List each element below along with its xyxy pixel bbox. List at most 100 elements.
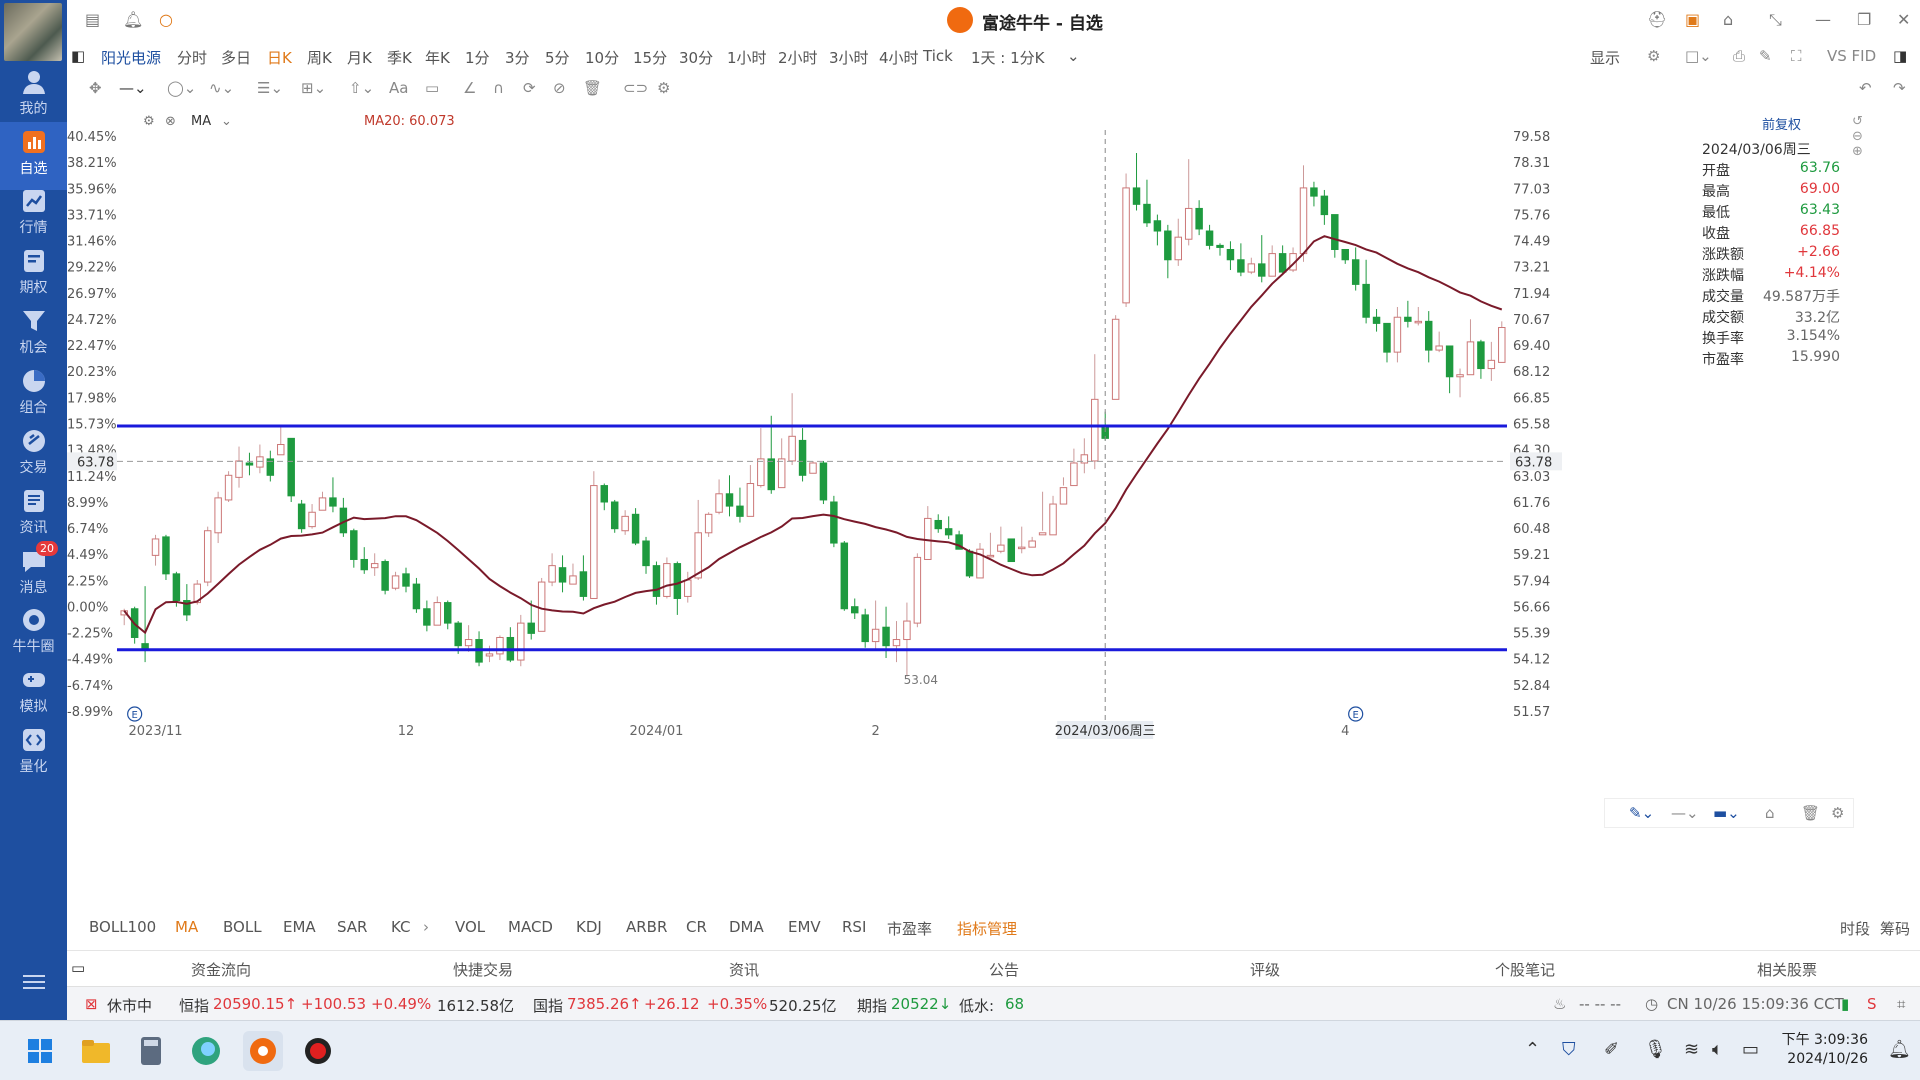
hide-icon[interactable]: ⊘ <box>553 79 566 97</box>
candle-up[interactable] <box>1174 236 1182 261</box>
candle-down[interactable] <box>423 608 431 626</box>
calculator-icon[interactable] <box>131 1031 171 1071</box>
circle-tool-icon[interactable]: ◯⌄ <box>167 79 196 97</box>
sidebar-item[interactable]: 牛牛圈 <box>0 600 67 668</box>
close-icon[interactable]: ⊗ <box>165 114 176 129</box>
sidebar-item[interactable]: 行情 <box>0 181 67 249</box>
candle-down[interactable] <box>861 614 869 643</box>
indicator-tab[interactable]: 市盈率 <box>887 918 932 939</box>
candle-up[interactable] <box>1017 546 1026 550</box>
close-icon[interactable]: ✕ <box>1897 10 1910 29</box>
pen-icon[interactable]: ✐ <box>1604 1039 1619 1060</box>
speaker-icon[interactable]: 🔈︎ <box>1712 1039 1723 1060</box>
period-tab[interactable]: 10分 <box>585 47 619 68</box>
candle-down[interactable] <box>1216 244 1224 248</box>
line-width-icon[interactable]: ▬⌄ <box>1713 804 1740 822</box>
candle-up[interactable] <box>903 620 911 641</box>
headset-icon[interactable]: ⛑ <box>1647 10 1667 29</box>
lock-icon[interactable]: ⌂ <box>1765 804 1775 822</box>
candle-up[interactable] <box>235 460 243 478</box>
menu-icon[interactable]: ▤ <box>85 10 100 29</box>
hsi-name[interactable]: 恒指 <box>179 995 209 1016</box>
candle-down[interactable] <box>1445 345 1454 378</box>
collapse-icon[interactable]: ▭ <box>71 959 85 977</box>
candle-down[interactable] <box>1341 248 1349 261</box>
candle-down[interactable] <box>819 462 828 501</box>
settings-icon[interactable]: ⚙ <box>143 114 155 129</box>
battery-icon[interactable]: ▭ <box>1742 1039 1759 1060</box>
pencil-icon[interactable]: ∠ <box>463 79 476 97</box>
chevron-right-icon[interactable]: › <box>423 918 429 936</box>
candle-down[interactable] <box>1226 248 1235 261</box>
candle-down[interactable] <box>767 458 775 491</box>
futures-name[interactable]: 期指 <box>857 995 887 1016</box>
candle-up[interactable] <box>715 493 723 513</box>
candle-up[interactable] <box>809 462 817 474</box>
period-tab[interactable]: 1小时 <box>727 47 767 68</box>
candle-up[interactable] <box>1414 320 1423 324</box>
candle-down[interactable] <box>412 583 421 610</box>
candle-up[interactable] <box>203 530 212 583</box>
period-tab[interactable]: 日K <box>267 47 292 68</box>
indicator-tab[interactable]: SAR <box>337 918 367 936</box>
panel-tab[interactable]: 资金流向 <box>191 959 251 980</box>
candle-up[interactable] <box>684 579 692 597</box>
trash-icon[interactable]: 🗑︎ <box>1801 804 1820 822</box>
candle-down[interactable] <box>454 622 462 647</box>
candle-up[interactable] <box>1498 327 1506 363</box>
chevron-down-icon[interactable]: ⌄ <box>1067 47 1080 65</box>
notification-bell-icon[interactable]: 🔔︎ <box>1888 1039 1911 1060</box>
chart-option-tab[interactable]: 筹码 <box>1880 918 1910 939</box>
candle-up[interactable] <box>1466 341 1475 376</box>
chevron-up-icon[interactable]: ⌃ <box>1525 1039 1540 1060</box>
indicator-tab[interactable]: KC <box>391 918 411 936</box>
panel-tab[interactable]: 公告 <box>989 959 1019 980</box>
candle-up[interactable] <box>1268 253 1276 277</box>
windows-start-icon[interactable] <box>20 1031 60 1071</box>
comment-icon[interactable]: ▭ <box>425 79 439 97</box>
candle-up[interactable] <box>569 575 577 585</box>
candle-down[interactable] <box>329 497 337 507</box>
chart-option-tab[interactable]: 时段 <box>1840 918 1870 939</box>
candle-down[interactable] <box>527 622 535 634</box>
candle-up[interactable] <box>464 639 473 647</box>
candle-down[interactable] <box>673 563 682 599</box>
candle-down[interactable] <box>1195 207 1203 230</box>
candle-up[interactable] <box>746 483 755 517</box>
gann-tool-icon[interactable]: ⊞⌄ <box>301 79 326 97</box>
candle-down[interactable] <box>1331 214 1339 250</box>
candle-down[interactable] <box>1477 341 1485 370</box>
candle-up[interactable] <box>704 513 713 534</box>
wifi-icon[interactable]: ≋ <box>1684 1039 1699 1060</box>
candle-up[interactable] <box>924 517 932 560</box>
app-s-icon[interactable]: S <box>1867 995 1877 1013</box>
period-tab[interactable]: 月K <box>347 47 372 68</box>
candle-up[interactable] <box>590 485 598 599</box>
candle-up[interactable] <box>1122 187 1130 304</box>
candle-up[interactable] <box>1028 540 1036 548</box>
candle-up[interactable] <box>997 544 1005 552</box>
period-tab[interactable]: 季K <box>387 47 412 68</box>
display-dropdown[interactable]: 显示 <box>1590 47 1620 68</box>
indicator-tab[interactable]: MACD <box>508 918 553 936</box>
candle-up[interactable] <box>1059 487 1068 505</box>
undo-icon[interactable]: ↶ <box>1859 79 1872 97</box>
candle-down[interactable] <box>1258 263 1266 277</box>
link-icon[interactable]: ⊂⊃ <box>623 79 648 97</box>
indicator-tab[interactable]: KDJ <box>576 918 602 936</box>
candle-down[interactable] <box>1351 259 1360 285</box>
indicator-tab[interactable]: EMA <box>283 918 316 936</box>
candle-up[interactable] <box>224 474 233 501</box>
sidebar-item[interactable]: 消息 20 <box>0 541 67 609</box>
candle-down[interactable] <box>1320 195 1329 216</box>
candle-up[interactable] <box>757 458 765 487</box>
sidebar-item[interactable]: 交易 <box>0 421 67 489</box>
camera-icon[interactable]: ⎙ <box>1733 47 1745 65</box>
candle-down[interactable] <box>381 561 389 591</box>
panel-tab[interactable]: 资讯 <box>729 959 759 980</box>
candle-down[interactable] <box>172 573 181 602</box>
indicator-tab[interactable]: RSI <box>842 918 866 936</box>
shirt-icon[interactable]: ⌂ <box>1723 10 1733 29</box>
panel-tab[interactable]: 评级 <box>1250 959 1280 980</box>
candle-up[interactable] <box>433 602 442 626</box>
